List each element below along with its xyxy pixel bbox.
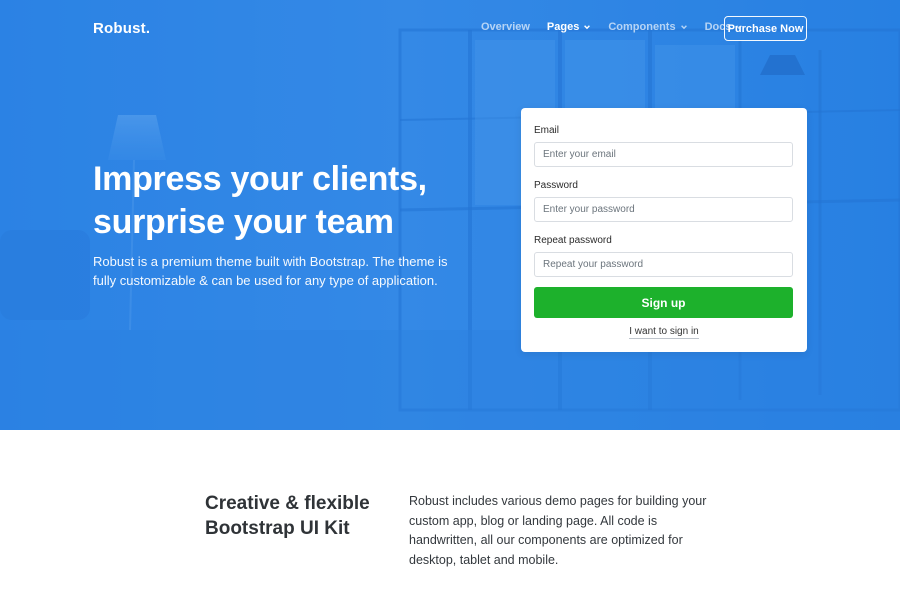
purchase-now-button[interactable]: Purchase Now	[724, 16, 807, 41]
email-field[interactable]	[534, 142, 793, 167]
email-label: Email	[534, 125, 560, 136]
nav-links: Overview Pages Components Docs	[481, 21, 760, 33]
nav-item-pages[interactable]: Pages	[547, 21, 591, 33]
hero-section: Robust. Overview Pages Components Docs P…	[0, 0, 900, 430]
nav-item-overview[interactable]: Overview	[481, 21, 530, 33]
sign-in-link-wrap: I want to sign in	[521, 326, 807, 339]
nav-item-label: Components	[608, 21, 676, 33]
repeat-password-label: Repeat password	[534, 235, 612, 246]
chevron-down-icon	[680, 25, 687, 30]
sign-in-link[interactable]: I want to sign in	[629, 326, 699, 339]
nav-item-label: Pages	[546, 21, 580, 33]
top-navbar: Robust. Overview Pages Components Docs P…	[0, 0, 900, 58]
password-field[interactable]	[534, 197, 793, 222]
hero-description: Robust is a premium theme built with Boo…	[93, 254, 448, 288]
nav-item-label: Overview	[481, 21, 530, 33]
feature-description: Robust includes various demo pages for b…	[409, 494, 707, 567]
repeat-password-field[interactable]	[534, 252, 793, 277]
chevron-down-icon	[584, 25, 591, 30]
feature-title: Creative & flexible Bootstrap UI Kit	[205, 491, 395, 541]
brand-logo[interactable]: Robust.	[93, 20, 150, 37]
nav-item-components[interactable]: Components	[608, 21, 687, 33]
hero-title: Impress your clients, surprise your team	[93, 158, 493, 244]
feature-title-line: Bootstrap UI Kit	[205, 518, 350, 539]
signup-form: Email Password Repeat password Sign up I…	[521, 108, 807, 352]
hero-title-line: Impress your clients,	[93, 160, 427, 198]
sign-up-button[interactable]: Sign up	[534, 287, 793, 318]
feature-title-line: Creative & flexible	[205, 493, 370, 514]
hero-title-line: surprise your team	[93, 203, 394, 241]
password-label: Password	[534, 180, 578, 191]
